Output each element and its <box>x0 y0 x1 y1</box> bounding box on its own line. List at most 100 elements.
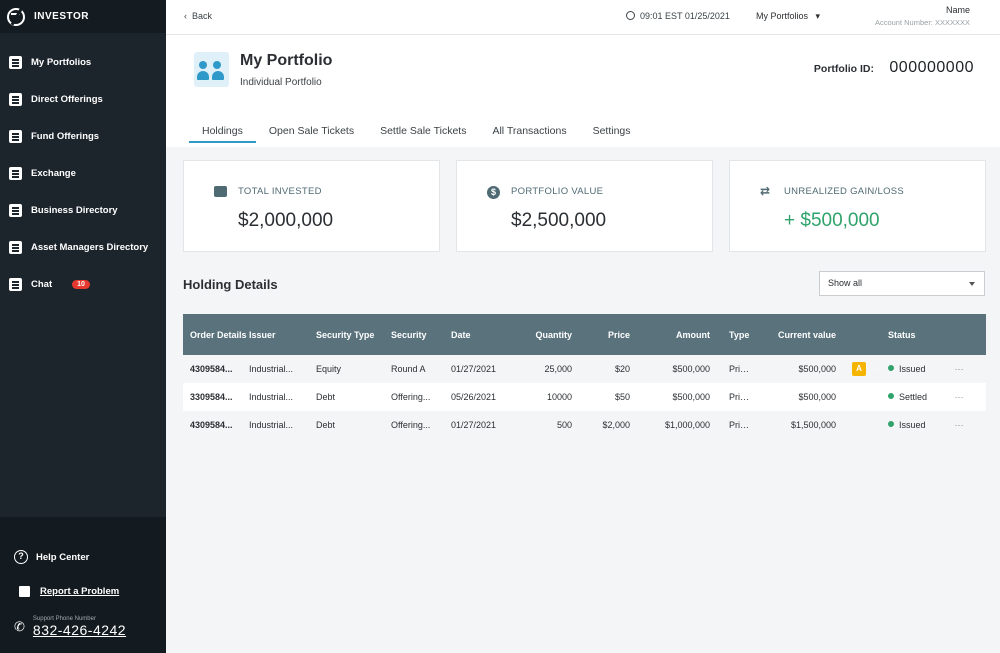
col-date[interactable]: Date <box>451 330 514 340</box>
status-badge: Settled <box>888 392 948 402</box>
quantity-cell: 25,000 <box>544 364 572 374</box>
tab-settle-sale-tickets[interactable]: Settle Sale Tickets <box>367 125 479 143</box>
status-badge: Issued <box>888 364 948 374</box>
brand[interactable]: INVESTOR <box>0 0 166 33</box>
clock-icon <box>626 11 635 20</box>
users-icon <box>194 52 229 87</box>
sidebar-item-label: Exchange <box>31 168 76 179</box>
status-dot-icon <box>888 365 894 371</box>
caret-down-icon: ▾ <box>810 11 821 21</box>
sidebar: INVESTOR My Portfolios Direct Offerings … <box>0 0 166 653</box>
support-phone: ✆ Support Phone Number 832-426-4242 <box>0 616 166 638</box>
portfolio-id-label: Portfolio ID: <box>813 63 874 75</box>
table-row[interactable]: 4309584... Industrial... Equity Round A … <box>183 355 986 383</box>
help-center-label: Help Center <box>36 551 90 563</box>
row-more-button[interactable]: ··· <box>948 364 970 374</box>
card-value: $2,000,000 <box>238 210 334 231</box>
col-price[interactable]: Price <box>572 330 630 340</box>
help-center-link[interactable]: ? Help Center <box>0 540 166 574</box>
chevron-left-icon: ‹ <box>184 11 192 21</box>
back-button[interactable]: ‹ Back <box>184 11 212 21</box>
col-status[interactable]: Status <box>888 330 948 340</box>
order-details-cell: 4309584... <box>190 364 233 374</box>
status-text: Issued <box>899 364 926 374</box>
portfolio-tabs: Holdings Open Sale Tickets Settle Sale T… <box>189 125 644 143</box>
row-more-button[interactable]: ··· <box>948 392 970 402</box>
account-name: Name <box>945 5 970 15</box>
table-row[interactable]: 4309584... Industrial... Debt Offering..… <box>183 411 986 439</box>
total-invested-card: TOTAL INVESTED $2,000,000 <box>183 160 440 252</box>
sidebar-item-business-directory[interactable]: Business Directory <box>0 192 166 229</box>
holding-details-title: Holding Details <box>183 277 278 292</box>
sidebar-item-exchange[interactable]: Exchange <box>0 155 166 192</box>
col-issuer[interactable]: Issuer <box>249 330 316 340</box>
col-quantity[interactable]: Quantity <box>514 330 572 340</box>
current-value-cell: $500,000 <box>798 364 836 374</box>
support-phone-number[interactable]: 832-426-4242 <box>33 622 126 638</box>
type-cell: Primary <box>729 420 752 430</box>
sidebar-footer: ? Help Center Report a Problem ✆ Support… <box>0 517 166 653</box>
table-row[interactable]: 3309584... Industrial... Debt Offering..… <box>183 383 986 411</box>
tab-all-transactions[interactable]: All Transactions <box>479 125 579 143</box>
sidebar-item-label: Direct Offerings <box>31 94 103 105</box>
report-problem-link[interactable]: Report a Problem <box>0 574 166 608</box>
col-amount[interactable]: Amount <box>630 330 710 340</box>
type-cell: Primary <box>729 364 752 374</box>
sidebar-item-label: Asset Managers Directory <box>31 242 149 253</box>
chat-icon <box>9 278 22 291</box>
col-security-type[interactable]: Security Type <box>316 330 391 340</box>
sidebar-item-direct-offerings[interactable]: Direct Offerings <box>0 81 166 118</box>
current-time: 09:01 EST 01/25/2021 <box>626 11 730 21</box>
sidebar-item-label: My Portfolios <box>31 57 92 68</box>
status-text: Issued <box>899 420 926 430</box>
document-icon <box>9 130 22 143</box>
phone-icon: ✆ <box>14 619 25 634</box>
unrealized-gain-card: ⇄ UNREALIZED GAIN/LOSS + $500,000 <box>729 160 986 252</box>
tab-open-sale-tickets[interactable]: Open Sale Tickets <box>256 125 367 143</box>
page-subtitle: Individual Portfolio <box>240 77 322 88</box>
brand-name: INVESTOR <box>34 11 89 22</box>
sidebar-item-my-portfolios[interactable]: My Portfolios <box>0 44 166 81</box>
status-badge: Issued <box>888 420 948 430</box>
tab-settings[interactable]: Settings <box>580 125 644 143</box>
price-cell: $2,000 <box>602 420 630 430</box>
col-type[interactable]: Type <box>710 330 752 340</box>
col-security[interactable]: Security <box>391 330 451 340</box>
portfolio-header: My Portfolio Individual Portfolio Portfo… <box>166 35 1000 147</box>
date-cell: 01/27/2021 <box>451 420 497 430</box>
tab-holdings[interactable]: Holdings <box>189 125 256 143</box>
col-order-details[interactable]: Order Details <box>183 330 249 340</box>
report-problem-label: Report a Problem <box>40 585 120 597</box>
exchange-icon <box>9 167 22 180</box>
sidebar-item-asset-managers-directory[interactable]: Asset Managers Directory <box>0 229 166 266</box>
col-current-value[interactable]: Current value <box>752 330 836 340</box>
row-more-button[interactable]: ··· <box>948 420 970 430</box>
briefcase-icon <box>214 186 227 197</box>
building-icon <box>9 204 22 217</box>
tag-a-badge[interactable]: A <box>852 362 866 376</box>
swap-arrows-icon: ⇄ <box>760 184 771 198</box>
question-icon: ? <box>14 550 28 564</box>
issuer-cell: Industrial... <box>249 420 294 430</box>
security-type-cell: Debt <box>316 392 336 402</box>
security-cell: Offering... <box>391 420 431 430</box>
security-type-cell: Equity <box>316 364 342 374</box>
account-number: Account Number: XXXXXXX <box>874 18 970 27</box>
sidebar-item-fund-offerings[interactable]: Fund Offerings <box>0 118 166 155</box>
holdings-filter-select[interactable]: Show all <box>819 271 985 296</box>
security-cell: Round A <box>391 364 426 374</box>
sidebar-item-label: Business Directory <box>31 205 118 216</box>
order-details-cell: 3309584... <box>190 392 233 402</box>
portfolios-dropdown[interactable]: My Portfolios ▾ <box>756 11 820 22</box>
chat-unread-badge: 10 <box>72 280 90 289</box>
account-menu[interactable]: Name Account Number: XXXXXXX <box>875 5 970 27</box>
issuer-cell: Industrial... <box>249 364 294 374</box>
sidebar-item-chat[interactable]: Chat 10 <box>0 266 166 303</box>
time-text: 09:01 EST 01/25/2021 <box>640 11 730 21</box>
price-cell: $50 <box>614 392 630 402</box>
portfolio-id-value: 000000000 <box>889 59 974 76</box>
security-cell: Offering... <box>391 392 431 402</box>
portfolio-value-card: $ PORTFOLIO VALUE $2,500,000 <box>456 160 713 252</box>
portfolios-dropdown-label: My Portfolios <box>756 11 809 21</box>
amount-cell: $500,000 <box>672 392 710 402</box>
